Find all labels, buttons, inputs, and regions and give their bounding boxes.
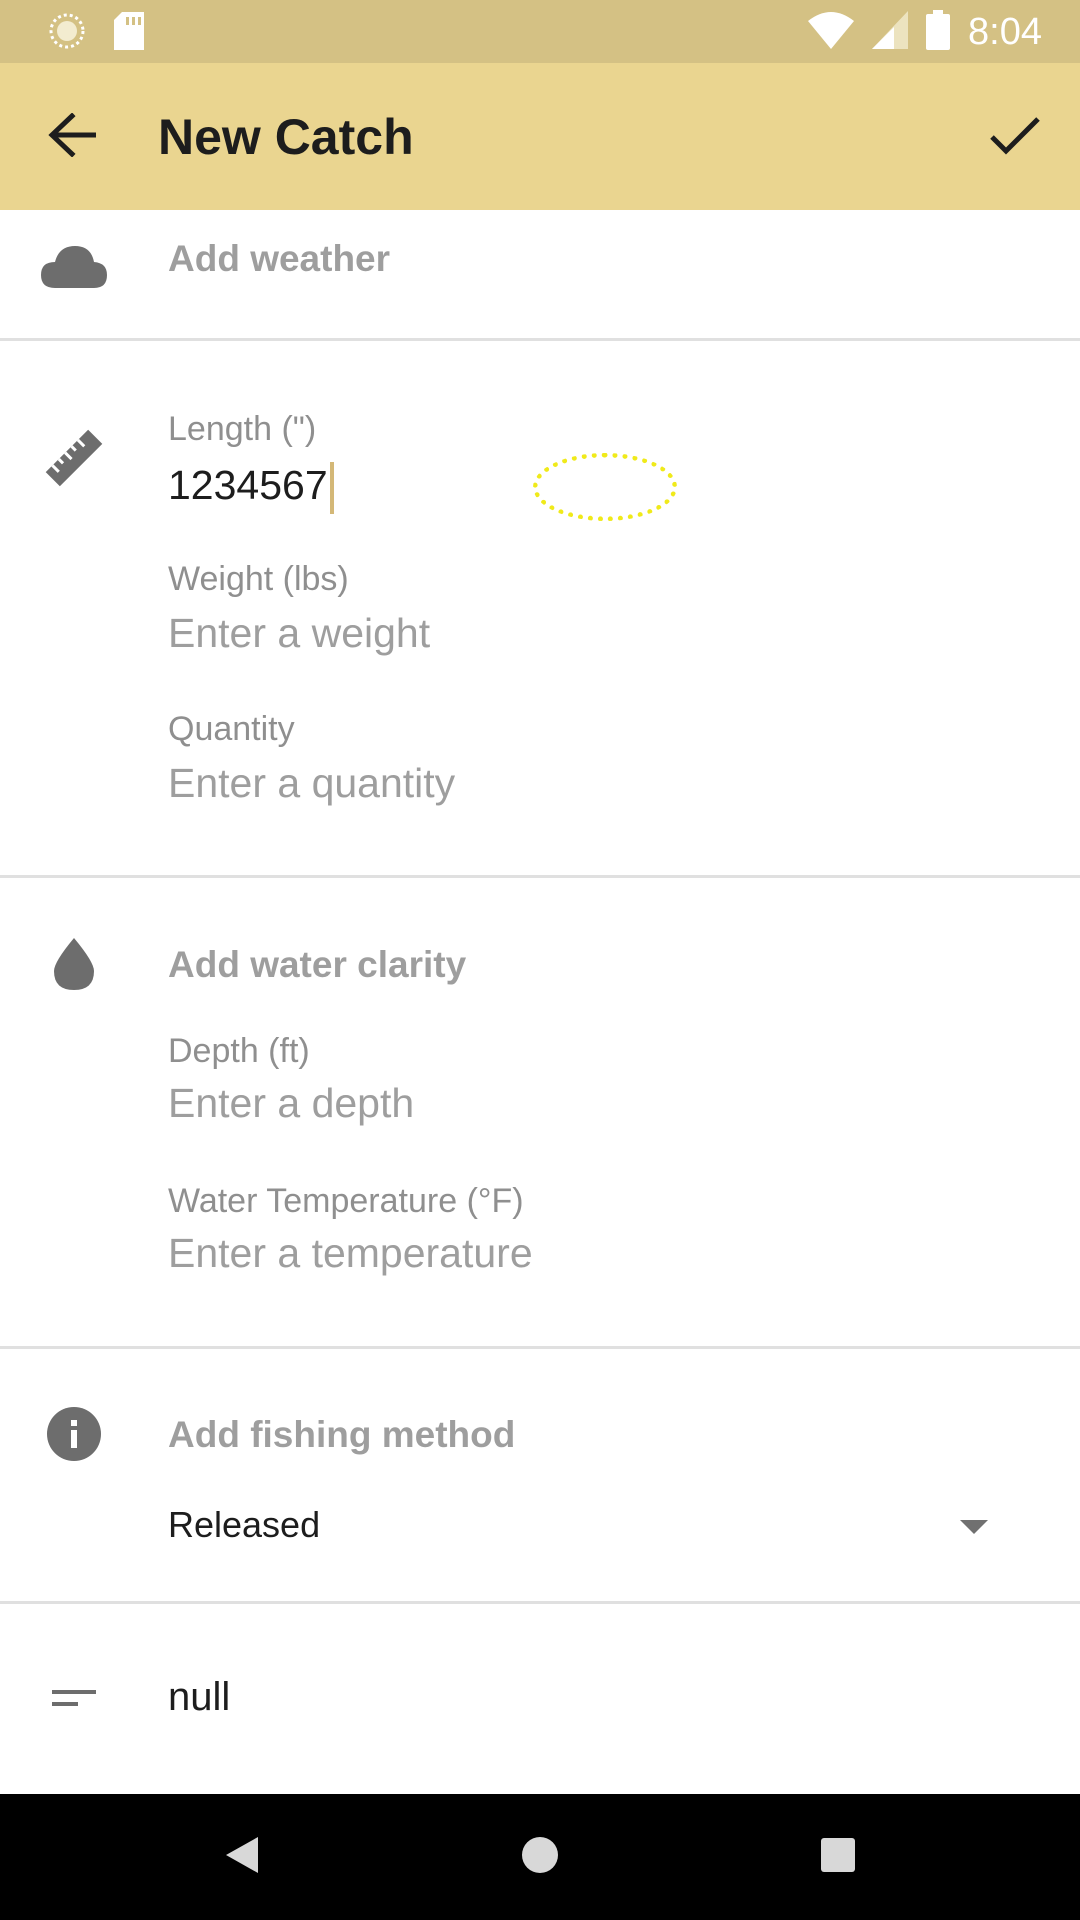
nav-back-icon xyxy=(224,1835,260,1880)
sd-card-icon xyxy=(114,12,144,55)
ruler-icon xyxy=(40,424,108,492)
nav-home-icon xyxy=(521,1836,559,1879)
notes-icon xyxy=(40,1664,108,1732)
cloud-icon xyxy=(40,232,108,300)
circle-icon xyxy=(48,12,86,55)
add-fishing-method-button[interactable]: Add fishing method xyxy=(168,1412,515,1458)
wifi-icon xyxy=(808,11,855,54)
weight-input[interactable]: Enter a weight xyxy=(168,610,430,657)
divider xyxy=(0,338,1080,341)
weight-label: Weight (lbs) xyxy=(168,560,349,598)
info-icon xyxy=(40,1400,108,1468)
nav-home-button[interactable] xyxy=(480,1794,600,1920)
nav-recents-button[interactable] xyxy=(778,1794,898,1920)
nav-back-button[interactable] xyxy=(182,1794,302,1920)
back-button[interactable] xyxy=(40,105,104,169)
length-label: Length (") xyxy=(168,410,317,448)
length-input-value: 1234567 xyxy=(168,462,328,508)
notes-input[interactable]: null xyxy=(168,1672,230,1722)
divider xyxy=(0,875,1080,878)
back-arrow-icon xyxy=(48,111,97,162)
add-weather-button[interactable]: Add weather xyxy=(168,236,390,282)
water-drop-icon xyxy=(40,930,108,998)
depth-input[interactable]: Enter a depth xyxy=(168,1080,414,1127)
battery-icon xyxy=(926,9,951,55)
status-time: 8:04 xyxy=(968,11,1042,53)
catch-status-value: Released xyxy=(168,1504,321,1545)
quantity-label: Quantity xyxy=(168,710,295,748)
status-left-icons xyxy=(48,12,144,55)
divider xyxy=(0,1601,1080,1604)
quantity-input[interactable]: Enter a quantity xyxy=(168,760,455,807)
status-bar: 8:04 xyxy=(0,0,1080,63)
page-title: New Catch xyxy=(158,109,414,165)
touch-indicator xyxy=(533,453,677,521)
signal-icon xyxy=(872,10,909,54)
dropdown-arrow-icon xyxy=(960,1520,988,1534)
catch-form: Add weather Length (") 1234567 Weight (l… xyxy=(0,210,1080,1794)
nav-bar xyxy=(0,1794,1080,1920)
status-right-icons: 8:04 xyxy=(808,8,1042,56)
nav-recents-icon xyxy=(821,1837,855,1877)
water-temperature-label: Water Temperature (°F) xyxy=(168,1182,524,1220)
text-caret xyxy=(329,462,334,515)
add-water-clarity-button[interactable]: Add water clarity xyxy=(168,942,466,988)
check-icon xyxy=(989,115,1041,160)
water-temperature-input[interactable]: Enter a temperature xyxy=(168,1230,533,1277)
save-button[interactable] xyxy=(980,105,1050,169)
depth-label: Depth (ft) xyxy=(168,1032,310,1070)
catch-status-dropdown[interactable]: Released xyxy=(0,1480,1080,1580)
length-input[interactable]: 1234567 xyxy=(168,458,334,515)
divider xyxy=(0,1346,1080,1349)
app-bar: New Catch xyxy=(0,63,1080,210)
